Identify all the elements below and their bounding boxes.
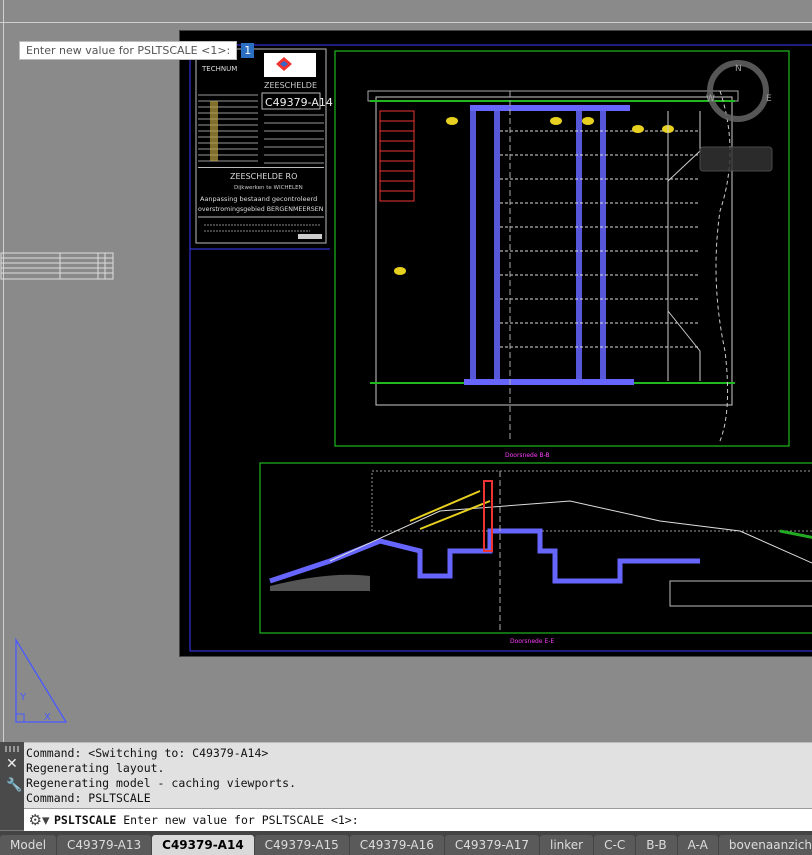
layout-drawing: TECHNUM ZEESCHELDE C49379-A14 ZEESCHELDE… (189, 44, 812, 652)
svg-text:N: N (735, 64, 742, 74)
current-command: PSLTSCALE (54, 813, 117, 827)
svg-text:TECHNUM: TECHNUM (201, 65, 237, 73)
viewport-section-ee: Doorsnede E-E (259, 462, 812, 645)
paper-sheet[interactable]: TECHNUM ZEESCHELDE C49379-A14 ZEESCHELDE… (179, 30, 812, 657)
command-window-sidebar: ✕ 🔧 (0, 742, 24, 830)
history-line: Regenerating model - caching viewports. (26, 776, 297, 790)
history-line: Regenerating layout. (26, 761, 165, 775)
model-table (0, 252, 114, 280)
drawing-canvas[interactable]: TECHNUM ZEESCHELDE C49379-A14 ZEESCHELDE… (0, 0, 812, 742)
tab-c49379-a15[interactable]: C49379-A15 (254, 835, 349, 855)
gear-icon[interactable]: ⚙▾ (24, 811, 54, 829)
command-line-text[interactable]: PSLTSCALE Enter new value for PSLTSCALE … (54, 813, 359, 827)
tab-c49379-a17[interactable]: C49379-A17 (444, 835, 539, 855)
tab-bovenaanzicht[interactable]: bovenaanzicht (718, 835, 812, 855)
svg-text:Dijkwerken te WICHELEN: Dijkwerken te WICHELEN (234, 185, 303, 191)
history-line: Command: PSLTSCALE (26, 791, 151, 805)
tab-b-b[interactable]: B-B (636, 835, 677, 855)
view-cube: N E W (699, 60, 773, 172)
command-history: Command: <Switching to: C49379-A14> Rege… (26, 746, 296, 806)
svg-text:W: W (706, 94, 715, 104)
tab-c-c[interactable]: C-C (594, 835, 636, 855)
title-block: TECHNUM ZEESCHELDE C49379-A14 ZEESCHELDE… (195, 48, 333, 244)
dynamic-input-prompt: Enter new value for PSLTSCALE <1>: (19, 40, 238, 60)
tab-c49379-a14[interactable]: C49379-A14 (152, 835, 254, 855)
svg-text:Y: Y (19, 692, 27, 703)
tab-linker[interactable]: linker (540, 835, 594, 855)
svg-text:E: E (766, 94, 772, 104)
svg-text:ZEESCHELDE: ZEESCHELDE (264, 81, 317, 90)
command-line[interactable]: ⚙▾ PSLTSCALE Enter new value for PSLTSCA… (24, 808, 812, 831)
tab-a-a[interactable]: A-A (677, 835, 718, 855)
close-icon[interactable]: ✕ (6, 756, 18, 772)
svg-text:overstromingsgebied BERGENMEER: overstromingsgebied BERGENMEERSEN (198, 206, 324, 213)
layout-left-edge (3, 0, 4, 742)
command-prompt: Enter new value for PSLTSCALE <1>: (123, 813, 359, 827)
wrench-icon[interactable]: 🔧 (6, 778, 22, 793)
layout-top-edge (0, 22, 812, 23)
tab-c49379-a16[interactable]: C49379-A16 (349, 835, 444, 855)
ucs-icon: Y X (15, 637, 68, 723)
svg-text:Aanpassing bestaand gecontrole: Aanpassing bestaand gecontroleerd (200, 195, 317, 203)
svg-text:Doorsnede B-B: Doorsnede B-B (505, 452, 550, 459)
grip-handle[interactable] (5, 746, 19, 752)
svg-text:Doorsnede E-E: Doorsnede E-E (510, 638, 554, 645)
svg-text:C49379-A14: C49379-A14 (265, 96, 333, 109)
history-line: Command: <Switching to: C49379-A14> (26, 746, 269, 760)
layout-tabs: Model C49379-A13 C49379-A14 C49379-A15 C… (0, 831, 812, 855)
tab-model[interactable]: Model (0, 835, 57, 855)
svg-text:ZEESCHELDE RO: ZEESCHELDE RO (230, 172, 297, 181)
tab-c49379-a13[interactable]: C49379-A13 (57, 835, 152, 855)
svg-text:X: X (44, 712, 51, 723)
dynamic-input-value[interactable]: 1 (241, 42, 255, 58)
dynamic-input-tooltip[interactable]: Enter new value for PSLTSCALE <1>: 1 (19, 40, 255, 60)
